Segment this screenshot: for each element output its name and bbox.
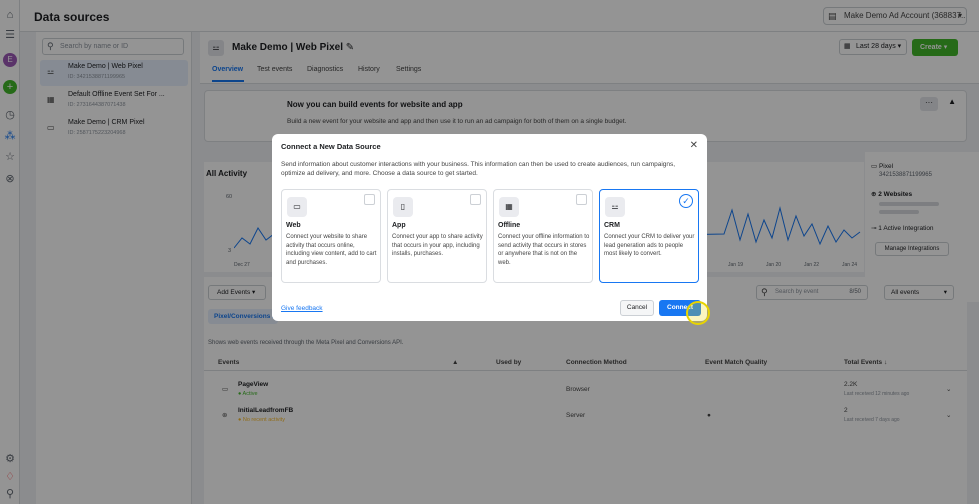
connect-data-source-dialog: Connect a New Data Source ✕ Send informa… (272, 134, 707, 321)
option-description: Connect your website to share activity t… (286, 234, 377, 266)
crm-icon: ⚍ (605, 197, 625, 217)
option-web[interactable]: ▭ Web Connect your website to share acti… (281, 189, 381, 283)
option-description: Connect your app to share activity that … (392, 234, 483, 257)
option-name: Web (286, 222, 301, 229)
offline-icon: ▦ (499, 197, 519, 217)
option-crm[interactable]: ⚍ ✓ CRM Connect your CRM to deliver your… (599, 189, 699, 283)
dialog-title: Connect a New Data Source (281, 142, 381, 151)
option-checkbox[interactable] (470, 194, 481, 205)
option-name: App (392, 222, 406, 229)
option-name: Offline (498, 222, 521, 229)
option-description: Connect your offline information to send… (498, 234, 590, 266)
give-feedback-link[interactable]: Give feedback (281, 305, 323, 312)
checkmark-icon[interactable]: ✓ (679, 194, 693, 208)
dialog-description: Send information about customer interact… (281, 161, 676, 177)
option-app[interactable]: ▯ App Connect your app to share activity… (387, 189, 487, 283)
close-icon[interactable]: ✕ (690, 140, 698, 151)
web-icon: ▭ (287, 197, 307, 217)
option-offline[interactable]: ▦ Offline Connect your offline informati… (493, 189, 593, 283)
option-name: CRM (604, 222, 620, 229)
option-checkbox[interactable] (576, 194, 587, 205)
cursor-highlight (686, 301, 710, 325)
option-checkbox[interactable] (364, 194, 375, 205)
app-icon: ▯ (393, 197, 413, 217)
option-description: Connect your CRM to deliver your lead ge… (604, 234, 695, 257)
cancel-button[interactable]: Cancel (620, 300, 654, 316)
